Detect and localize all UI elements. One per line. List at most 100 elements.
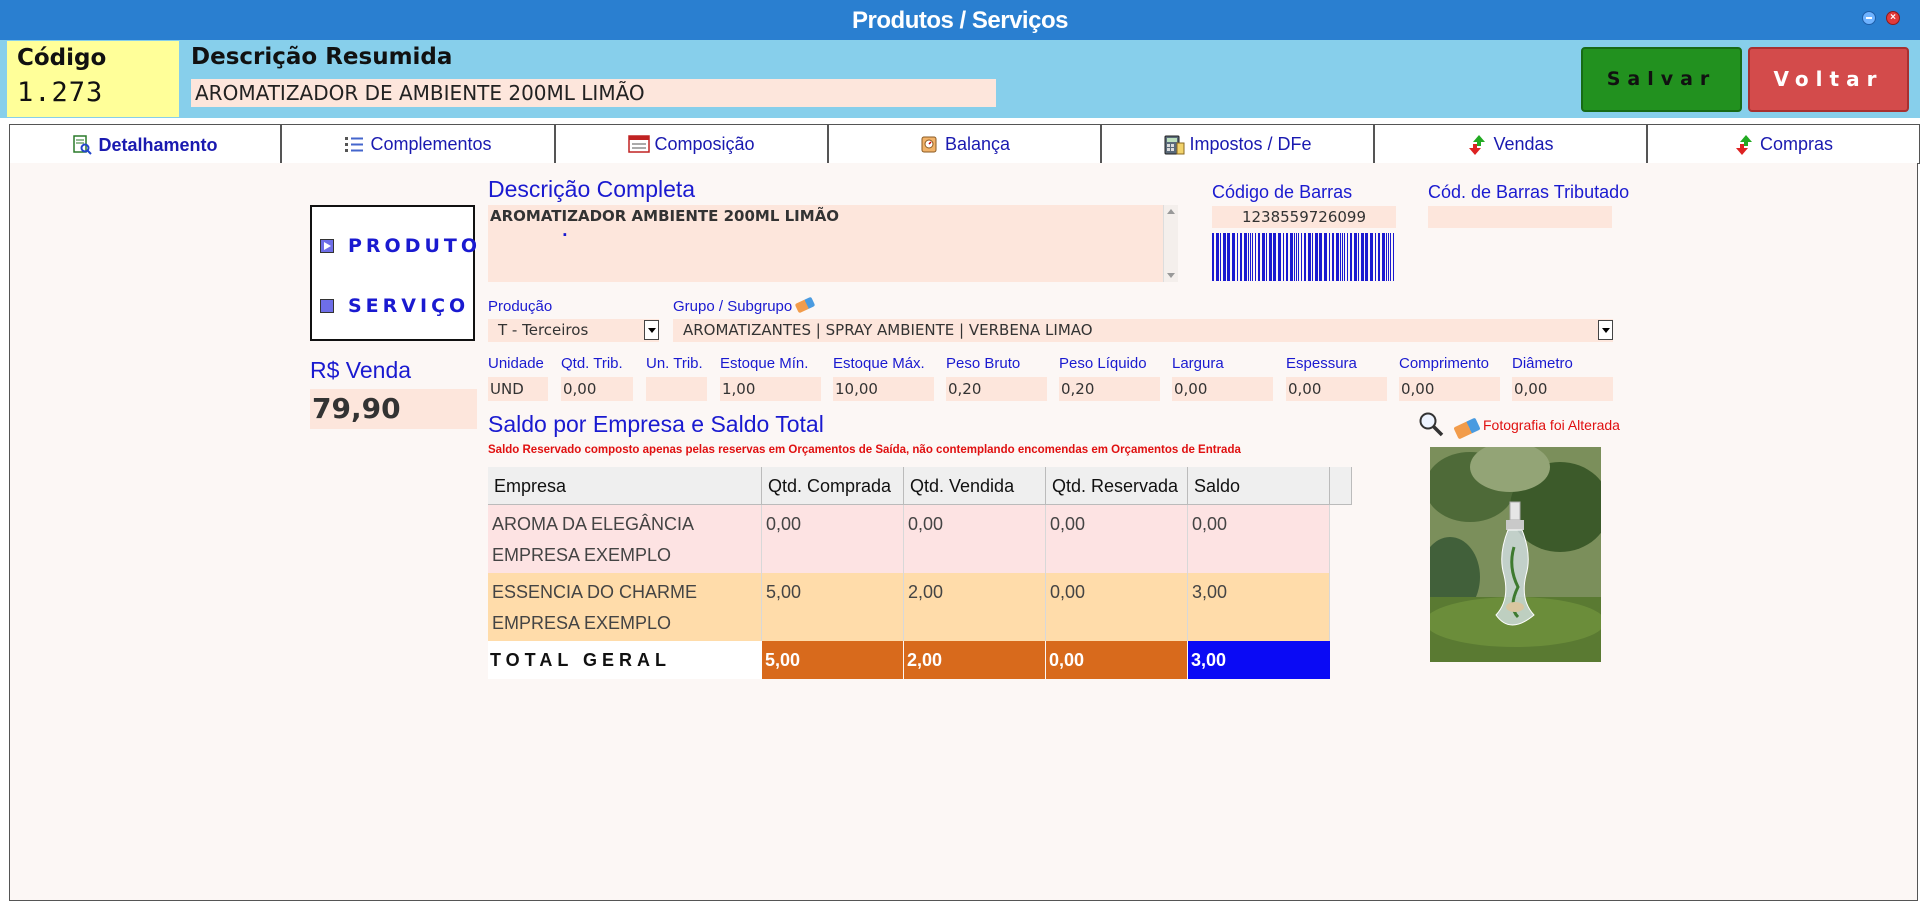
scroll-down-icon[interactable] — [1167, 273, 1175, 278]
barcode-bar — [1308, 233, 1311, 281]
barcode-bar — [1244, 233, 1247, 281]
table-cell-empresa[interactable]: AROMA DA ELEGÂNCIA EMPRESA EXEMPLO — [488, 505, 762, 573]
saldo-title: Saldo por Empresa e Saldo Total — [488, 411, 824, 437]
column-header[interactable]: Qtd. Comprada — [762, 467, 904, 505]
table-cell[interactable]: 0,00 — [904, 505, 1046, 573]
espessura-label: Espessura — [1286, 355, 1357, 372]
scroll-up-icon[interactable] — [1167, 209, 1175, 214]
codigo-barras-input[interactable]: 1238559726099 — [1212, 206, 1396, 228]
radio-selected-icon — [320, 239, 334, 253]
save-button[interactable]: Salvar — [1581, 47, 1742, 112]
tab-compras[interactable]: Compras — [1647, 124, 1920, 164]
photo-status-label: Fotografia foi Alterada — [1483, 417, 1620, 433]
back-button[interactable]: Voltar — [1748, 47, 1909, 112]
barcode-bar — [1296, 233, 1297, 281]
table-cell[interactable]: 2,00 — [904, 573, 1046, 641]
tab-vendas[interactable]: Vendas — [1374, 124, 1647, 164]
barcode-bar — [1361, 233, 1364, 281]
minimize-icon[interactable] — [1862, 11, 1876, 25]
tipo-selector: PRODUTO SERVIÇO — [310, 205, 477, 341]
total-geral-label: TOTAL GERAL — [488, 641, 762, 679]
table-cell[interactable]: 3,00 — [1188, 573, 1330, 641]
barcode-bar — [1375, 233, 1376, 281]
barcode-bar — [1273, 233, 1276, 281]
product-photo[interactable] — [1430, 447, 1601, 662]
qtd-trib-input[interactable]: 0,00 — [561, 377, 633, 401]
estoque-max-input[interactable]: 10,00 — [833, 377, 934, 401]
descricao-completa-textarea[interactable]: AROMATIZADOR AMBIENTE 200ML LIMÃO . — [488, 205, 1178, 282]
calculator-icon — [1163, 134, 1185, 155]
barcode-bar — [1344, 233, 1345, 281]
barcode-bar — [1390, 233, 1391, 281]
barcode-bar — [1250, 233, 1251, 281]
descricao-resumida-input[interactable]: AROMATIZADOR DE AMBIENTE 200ML LIMÃO — [191, 79, 996, 107]
table-cell[interactable]: 0,00 — [762, 505, 904, 573]
table-cell[interactable]: 0,00 — [1046, 505, 1188, 573]
radio-produto[interactable]: PRODUTO — [320, 235, 481, 257]
saldo-note: Saldo Reservado composto apenas pelas re… — [488, 444, 1241, 456]
barcode-bar — [1393, 233, 1394, 281]
table-cell[interactable]: 0,00 — [1046, 573, 1188, 641]
barcode-bar — [1262, 233, 1265, 281]
grupo-subgrupo-select[interactable]: AROMATIZANTES | SPRAY AMBIENTE | VERBENA… — [673, 319, 1613, 342]
barcode-bar — [1290, 233, 1293, 281]
unidade-input[interactable]: UND — [488, 377, 548, 401]
column-header[interactable]: Qtd. Vendida — [904, 467, 1046, 505]
producao-select[interactable]: T - Terceiros — [488, 319, 659, 342]
codigo-barras-tributado-label: Cód. de Barras Tributado — [1428, 182, 1630, 202]
radio-servico[interactable]: SERVIÇO — [320, 295, 469, 317]
tab-impostos-dfe[interactable]: Impostos / DFe — [1101, 124, 1374, 164]
barcode-bar — [1294, 233, 1295, 281]
total-disponivel: 3,00 — [1188, 641, 1330, 679]
textarea-scrollbar[interactable] — [1163, 205, 1178, 282]
barcode-bar — [1388, 233, 1389, 281]
estoque-min-input[interactable]: 1,00 — [720, 377, 821, 401]
barcode-bar — [1252, 233, 1253, 281]
tab-composicao[interactable]: Composição — [555, 124, 828, 164]
tab-label: Compras — [1759, 133, 1834, 154]
barcode-bar — [1324, 233, 1327, 281]
table-cell[interactable]: 0,00 — [1188, 505, 1330, 573]
chevron-down-icon[interactable] — [644, 320, 659, 340]
preco-venda-input[interactable]: 79,90 — [310, 389, 477, 429]
close-icon[interactable]: × — [1886, 11, 1900, 25]
barcode-bar — [1283, 233, 1284, 281]
column-header[interactable]: Saldo Disponível — [1188, 467, 1330, 534]
tab-detalhamento[interactable]: Detalhamento — [9, 124, 281, 165]
tab-complementos[interactable]: Complementos — [281, 124, 555, 164]
radio-produto-label: PRODUTO — [348, 235, 482, 257]
tab-label: Detalhamento — [98, 134, 218, 155]
peso-liquido-input[interactable]: 0,20 — [1059, 377, 1160, 401]
zoom-icon[interactable] — [1418, 411, 1444, 437]
peso-bruto-input[interactable]: 0,20 — [946, 377, 1047, 401]
barcode-bar — [1212, 233, 1214, 281]
tab-label: Vendas — [1493, 133, 1554, 154]
grupo-subgrupo-label: Grupo / Subgrupo — [673, 298, 793, 315]
column-header-spacer — [1330, 467, 1352, 505]
barcode-bar — [1240, 233, 1242, 281]
barcode-bar — [1269, 233, 1272, 281]
barcode-bar — [1248, 233, 1249, 281]
barcode-bar — [1370, 233, 1373, 281]
column-header[interactable]: Empresa — [488, 467, 762, 505]
codigo-barras-tributado-input[interactable] — [1428, 206, 1612, 228]
scale-icon — [919, 134, 939, 154]
up-down-arrows-icon — [1734, 134, 1754, 155]
barcode-bar — [1232, 233, 1235, 281]
barcode-bar — [1220, 233, 1221, 281]
column-header[interactable]: Qtd. Reservada — [1046, 467, 1188, 505]
grupo-subgrupo-value: AROMATIZANTES | SPRAY AMBIENTE | VERBENA… — [683, 321, 1093, 339]
barcode-bar — [1358, 233, 1359, 281]
comprimento-input[interactable]: 0,00 — [1399, 377, 1500, 401]
largura-input[interactable]: 0,00 — [1172, 377, 1273, 401]
chevron-down-icon[interactable] — [1598, 320, 1613, 340]
total-vendida: 2,00 — [904, 641, 1045, 679]
tab-balanca[interactable]: Balança — [828, 124, 1101, 164]
un-trib-input[interactable] — [646, 377, 707, 401]
barcode-bar — [1216, 233, 1219, 281]
table-cell-empresa[interactable]: ESSENCIA DO CHARME EMPRESA EXEMPLO — [488, 573, 762, 641]
diametro-input[interactable]: 0,00 — [1512, 377, 1613, 401]
table-cell[interactable]: 5,00 — [762, 573, 904, 641]
barcode-bar — [1278, 233, 1281, 281]
espessura-input[interactable]: 0,00 — [1286, 377, 1387, 401]
